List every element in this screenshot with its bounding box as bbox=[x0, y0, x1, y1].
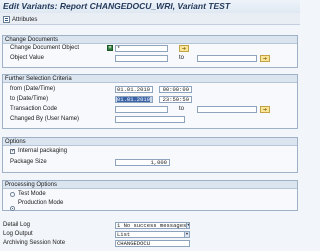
transaction-code-label: Transaction Code bbox=[10, 106, 58, 112]
to-date-field[interactable]: 01.01.2010 bbox=[115, 96, 153, 103]
multiple-selection-icon[interactable]: = bbox=[107, 45, 113, 51]
changed-by-field[interactable] bbox=[115, 116, 185, 123]
attributes-button[interactable]: Attributes bbox=[3, 15, 37, 24]
archiving-note-field[interactable]: CHANGEDOCU bbox=[115, 240, 190, 247]
from-datetime-label: from (Date/Time) bbox=[10, 86, 56, 92]
internal-packaging-label: Internal packaging bbox=[18, 148, 68, 154]
change-document-object-field[interactable]: * bbox=[115, 45, 168, 52]
attributes-label: Attributes bbox=[12, 16, 38, 23]
chevron-down-icon: ▼ bbox=[186, 223, 190, 228]
object-value-to-field[interactable] bbox=[197, 55, 257, 62]
object-value-label: Object Value bbox=[10, 55, 44, 61]
log-output-label: Log Output bbox=[3, 231, 33, 237]
log-output-dropdown[interactable]: List ▼ bbox=[115, 231, 190, 238]
object-value-from-field[interactable] bbox=[115, 55, 168, 62]
further-selection-header: Further Selection Criteria bbox=[3, 75, 297, 83]
processing-options-header: Processing Options bbox=[3, 181, 297, 189]
detail-log-dropdown[interactable]: 1 No success messages ▼ bbox=[115, 222, 190, 229]
package-size-field[interactable]: 1,000 bbox=[115, 159, 170, 166]
page-title: Edit Variants: Report CHANGEDOCU_WRI, Va… bbox=[3, 1, 231, 11]
options-header: Options bbox=[3, 138, 297, 146]
test-mode-label: Test Mode bbox=[18, 191, 46, 197]
log-output-value: List bbox=[117, 231, 131, 238]
toolbar bbox=[0, 13, 300, 25]
transaction-code-more-button[interactable]: ➔ bbox=[260, 106, 270, 113]
change-document-object-more-button[interactable]: ➔ bbox=[179, 45, 189, 52]
attributes-icon bbox=[3, 16, 10, 23]
production-mode-radio[interactable] bbox=[10, 206, 15, 211]
package-size-label: Package Size bbox=[10, 159, 47, 165]
transaction-code-to-label: to bbox=[179, 106, 185, 112]
internal-packaging-checkbox[interactable]: ✓ bbox=[10, 149, 15, 154]
transaction-code-to-field[interactable] bbox=[197, 106, 257, 113]
object-value-more-button[interactable]: ➔ bbox=[260, 55, 270, 62]
object-value-to-label: to bbox=[179, 55, 185, 61]
to-time-field[interactable]: 23:59:59 bbox=[159, 96, 192, 103]
from-date-field[interactable]: 01.01.2010 bbox=[115, 86, 153, 93]
change-document-object-label: Change Document Object bbox=[10, 45, 80, 51]
detail-log-label: Detail Log bbox=[3, 222, 31, 228]
chevron-down-icon: ▼ bbox=[184, 232, 189, 237]
options-group: Options bbox=[2, 137, 298, 173]
from-time-field[interactable]: 00:00:00 bbox=[159, 86, 192, 93]
archiving-note-label: Archiving Session Note bbox=[3, 240, 66, 246]
to-datetime-label: to (Date/Time) bbox=[10, 96, 49, 102]
detail-log-value: 1 No success messages bbox=[117, 222, 187, 229]
production-mode-label: Production Mode bbox=[18, 200, 64, 206]
change-documents-header: Change Documents bbox=[3, 36, 297, 44]
test-mode-radio[interactable] bbox=[10, 192, 15, 197]
changed-by-label: Changed By (User Name) bbox=[10, 116, 80, 122]
transaction-code-from-field[interactable] bbox=[115, 106, 168, 113]
